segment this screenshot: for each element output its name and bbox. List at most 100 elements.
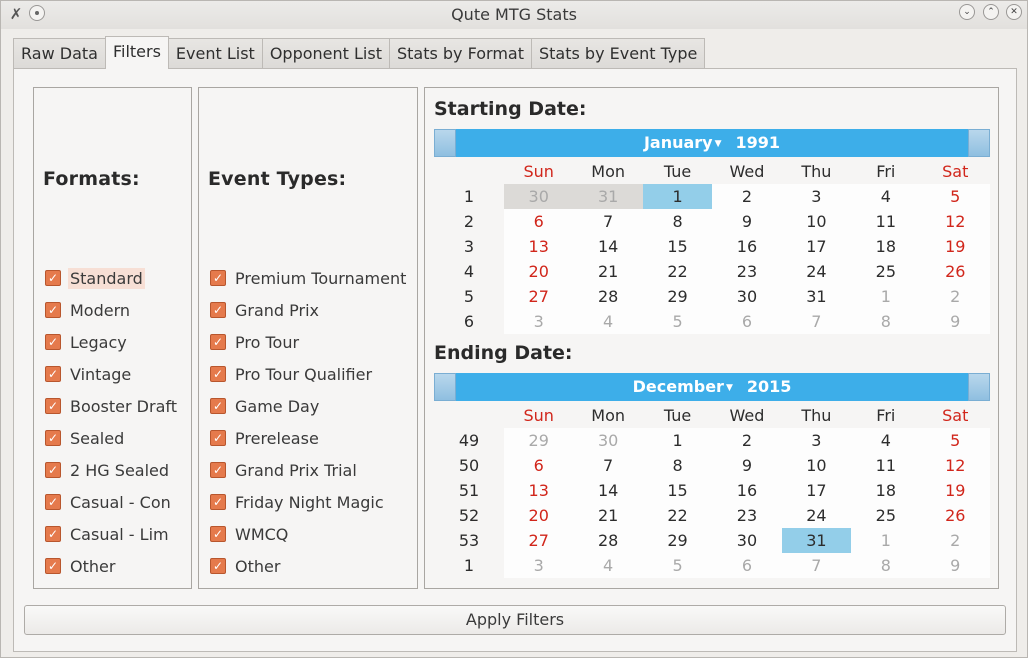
calendar-day[interactable]: 26 — [920, 503, 990, 528]
calendar-day[interactable]: 22 — [642, 503, 713, 528]
checkbox-icon[interactable]: ✓ — [210, 366, 226, 382]
calendar-day[interactable]: 20 — [504, 259, 574, 284]
checkbox-icon[interactable]: ✓ — [45, 558, 61, 574]
event-checkbox-premium-tournament[interactable]: ✓ Premium Tournament — [210, 265, 408, 291]
calendar-day[interactable]: 7 — [781, 553, 852, 578]
format-checkbox-vintage[interactable]: ✓ Vintage — [45, 361, 133, 387]
calendar-day[interactable]: 9 — [920, 309, 990, 334]
checkbox-icon[interactable]: ✓ — [45, 366, 61, 382]
calendar-day[interactable]: 1 — [851, 284, 921, 309]
calendar-day[interactable]: 16 — [712, 234, 782, 259]
calendar-day[interactable]: 5 — [920, 428, 990, 453]
calendar-day[interactable]: 14 — [573, 234, 643, 259]
calendar-day[interactable]: 23 — [712, 259, 782, 284]
format-checkbox-modern[interactable]: ✓ Modern — [45, 297, 132, 323]
event-checkbox-friday-night-magic[interactable]: ✓ Friday Night Magic — [210, 489, 386, 515]
calendar-day[interactable]: 13 — [504, 478, 574, 503]
calendar-day[interactable]: 17 — [781, 478, 852, 503]
calendar-day[interactable]: 17 — [781, 234, 852, 259]
calendar-day[interactable]: 13 — [504, 234, 574, 259]
calendar-day[interactable]: 23 — [712, 503, 782, 528]
calendar-day[interactable]: 30 — [573, 428, 643, 453]
calendar-day[interactable]: 5 — [642, 553, 713, 578]
calendar-day[interactable]: 6 — [504, 209, 574, 234]
calendar-day[interactable]: 7 — [781, 309, 852, 334]
calendar-day[interactable]: 5 — [920, 184, 990, 209]
checkbox-icon[interactable]: ✓ — [45, 526, 61, 542]
tab-stats-by-event-type[interactable]: Stats by Event Type — [531, 38, 706, 69]
calendar-day[interactable]: 21 — [573, 503, 643, 528]
year-spinner[interactable]: 1991 — [736, 133, 781, 152]
calendar-day[interactable]: 4 — [851, 184, 921, 209]
format-checkbox-sealed[interactable]: ✓ Sealed — [45, 425, 126, 451]
event-checkbox-wmcq[interactable]: ✓ WMCQ — [210, 521, 290, 547]
next-month-button[interactable] — [968, 129, 990, 157]
checkbox-icon[interactable]: ✓ — [210, 526, 226, 542]
calendar-day[interactable]: 24 — [781, 503, 852, 528]
apply-filters-button[interactable]: Apply Filters — [24, 605, 1006, 635]
calendar-day[interactable]: 18 — [851, 234, 921, 259]
checkbox-icon[interactable]: ✓ — [210, 398, 226, 414]
calendar-day[interactable]: 21 — [573, 259, 643, 284]
checkbox-icon[interactable]: ✓ — [45, 334, 61, 350]
calendar-day[interactable]: 6 — [712, 309, 782, 334]
calendar-day[interactable]: 26 — [920, 259, 990, 284]
format-checkbox-2hg-sealed[interactable]: ✓ 2 HG Sealed — [45, 457, 171, 483]
calendar-day[interactable]: 8 — [642, 453, 713, 478]
calendar-day[interactable]: 4 — [851, 428, 921, 453]
calendar-day[interactable]: 29 — [642, 528, 713, 553]
calendar-day[interactable]: 18 — [851, 478, 921, 503]
format-checkbox-legacy[interactable]: ✓ Legacy — [45, 329, 129, 355]
calendar-day[interactable]: 5 — [642, 309, 713, 334]
checkbox-icon[interactable]: ✓ — [45, 462, 61, 478]
calendar-day[interactable]: 7 — [573, 209, 643, 234]
calendar-day[interactable]: 15 — [642, 478, 713, 503]
year-spinner[interactable]: 2015 — [747, 377, 792, 396]
calendar-day[interactable]: 2 — [712, 184, 782, 209]
tab-filters[interactable]: Filters — [104, 36, 169, 69]
calendar-day[interactable]: 3 — [781, 428, 852, 453]
calendar-day[interactable]: 8 — [851, 309, 921, 334]
calendar-day[interactable]: 8 — [642, 209, 713, 234]
calendar-day[interactable]: 9 — [712, 209, 782, 234]
calendar-day-selected[interactable]: 1 — [642, 184, 713, 209]
calendar-day[interactable]: 12 — [920, 209, 990, 234]
checkbox-icon[interactable]: ✓ — [210, 462, 226, 478]
calendar-day[interactable]: 6 — [712, 553, 782, 578]
checkbox-icon[interactable]: ✓ — [210, 430, 226, 446]
calendar-day[interactable]: 2 — [920, 284, 990, 309]
calendar-day[interactable]: 19 — [920, 478, 990, 503]
checkbox-icon[interactable]: ✓ — [210, 558, 226, 574]
event-checkbox-pro-tour-qualifier[interactable]: ✓ Pro Tour Qualifier — [210, 361, 374, 387]
calendar-day[interactable]: 2 — [920, 528, 990, 553]
next-month-button[interactable] — [968, 373, 990, 401]
checkbox-icon[interactable]: ✓ — [210, 270, 226, 286]
calendar-day[interactable]: 7 — [573, 453, 643, 478]
calendar-day[interactable]: 1 — [851, 528, 921, 553]
calendar-day[interactable]: 31 — [781, 284, 852, 309]
format-checkbox-booster-draft[interactable]: ✓ Booster Draft — [45, 393, 179, 419]
checkbox-icon[interactable]: ✓ — [210, 494, 226, 510]
calendar-day[interactable]: 11 — [851, 453, 921, 478]
calendar-day[interactable]: 4 — [573, 309, 643, 334]
close-button[interactable]: ✕ — [1006, 4, 1022, 20]
format-checkbox-casual-lim[interactable]: ✓ Casual - Lim — [45, 521, 171, 547]
tab-raw-data[interactable]: Raw Data — [13, 38, 106, 69]
calendar-day[interactable]: 22 — [642, 259, 713, 284]
tab-event-list[interactable]: Event List — [167, 38, 263, 69]
calendar-day[interactable]: 10 — [781, 209, 852, 234]
format-checkbox-standard[interactable]: ✓ Standard — [45, 265, 145, 291]
calendar-day[interactable]: 20 — [504, 503, 574, 528]
calendar-day[interactable]: 24 — [781, 259, 852, 284]
calendar-day[interactable]: 14 — [573, 478, 643, 503]
calendar-day[interactable]: 2 — [712, 428, 782, 453]
calendar-day[interactable]: 15 — [642, 234, 713, 259]
event-checkbox-prerelease[interactable]: ✓ Prerelease — [210, 425, 321, 451]
checkbox-icon[interactable]: ✓ — [45, 494, 61, 510]
calendar-day[interactable]: 28 — [573, 528, 643, 553]
calendar-day[interactable]: 29 — [642, 284, 713, 309]
calendar-day[interactable]: 28 — [573, 284, 643, 309]
calendar-day[interactable]: 11 — [851, 209, 921, 234]
calendar-day[interactable]: 25 — [851, 503, 921, 528]
maximize-button[interactable]: ⌃ — [983, 4, 999, 20]
